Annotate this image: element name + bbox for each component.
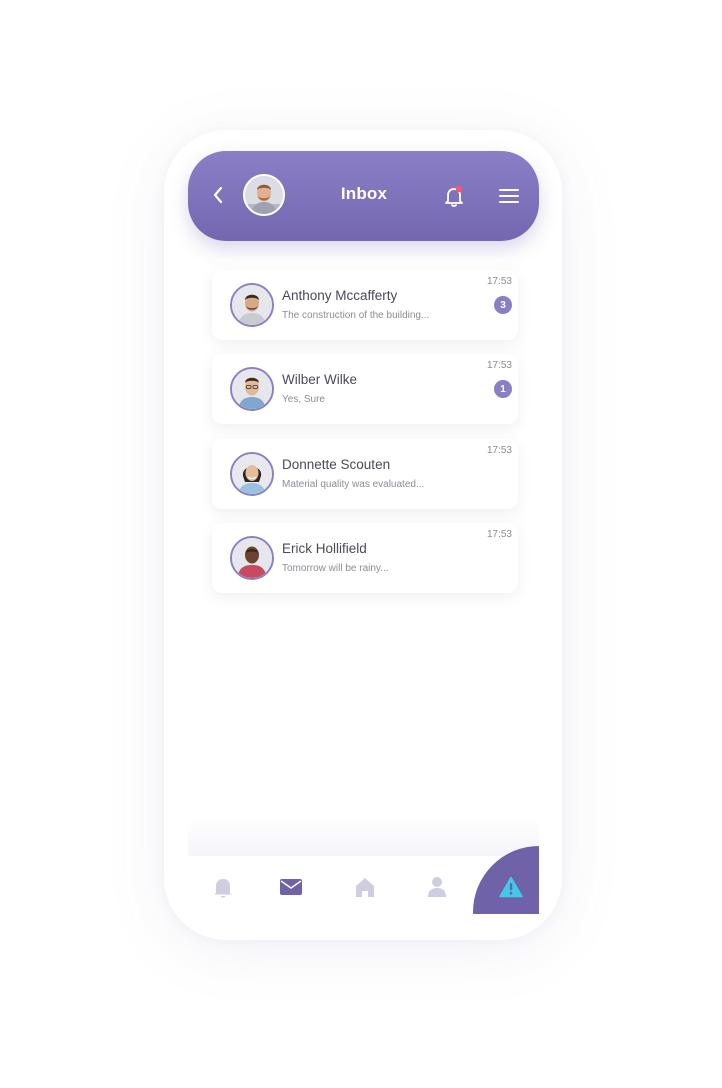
contact-name: Anthony Mccafferty: [282, 288, 398, 303]
contact-avatar: [230, 536, 274, 580]
page-title: Inbox: [340, 184, 388, 203]
message-preview: Yes, Sure: [282, 394, 325, 405]
contact-name: Erick Hollifield: [282, 541, 367, 556]
bell-icon: [214, 879, 232, 898]
warning-icon: [499, 876, 523, 898]
nav-profile[interactable]: [422, 872, 452, 902]
contact-name: Wilber Wilke: [282, 372, 358, 387]
unread-badge: 3: [494, 296, 512, 314]
message-preview: Tomorrow will be rainy...: [282, 563, 389, 574]
nav-notifications[interactable]: [208, 872, 238, 902]
message-time: 17:53: [486, 529, 512, 540]
back-button[interactable]: [206, 181, 230, 209]
home-icon: [356, 878, 374, 897]
menu-button[interactable]: [497, 186, 521, 206]
nav-home[interactable]: [350, 872, 380, 902]
bell-icon: [445, 185, 463, 207]
message-time: 17:53: [486, 445, 512, 456]
message-preview: The construction of the building...: [282, 310, 430, 321]
mail-icon: [280, 879, 302, 895]
user-avatar[interactable]: [243, 174, 285, 216]
nav-messages[interactable]: [276, 872, 306, 902]
message-time: 17:53: [486, 360, 512, 371]
notifications-button[interactable]: [443, 184, 465, 208]
notification-dot: [455, 185, 463, 193]
unread-badge: 1: [494, 380, 512, 398]
message-time: 17:53: [486, 276, 512, 287]
hamburger-menu-icon: [499, 189, 519, 203]
avatar-photo: [245, 176, 283, 214]
contact-name: Donnette Scouten: [282, 457, 391, 472]
bottom-fade: [188, 818, 539, 858]
contact-avatar: [230, 283, 274, 327]
message-preview: Material quality was evaluated...: [282, 479, 425, 490]
message-item[interactable]: Donnette Scouten Material quality was ev…: [212, 439, 518, 509]
message-item[interactable]: Anthony Mccafferty The construction of t…: [212, 270, 518, 340]
contact-avatar: [230, 452, 274, 496]
chevron-left-icon: [213, 186, 223, 204]
contact-avatar: [230, 367, 274, 411]
message-item[interactable]: Erick Hollifield Tomorrow will be rainy.…: [212, 523, 518, 593]
user-icon: [428, 877, 446, 897]
message-item[interactable]: Wilber Wilke Yes, Sure 17:53 1: [212, 354, 518, 424]
